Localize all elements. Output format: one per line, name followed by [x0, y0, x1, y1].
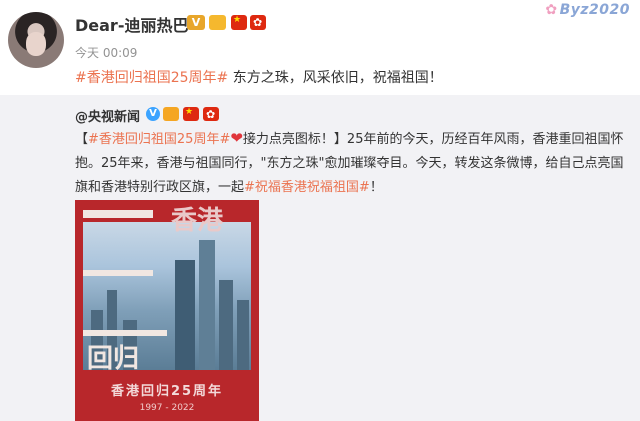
- hongkong-flag-icon[interactable]: ✿: [250, 15, 266, 30]
- repost-author[interactable]: @央视新闻: [75, 106, 140, 125]
- post-body: 东方之珠，风采依旧，祝福祖国！: [228, 70, 443, 86]
- user-name[interactable]: Dear-迪丽热巴: [75, 12, 188, 36]
- hashtag-link[interactable]: #香港回归祖国25周年#: [88, 132, 230, 147]
- repost-body-end: ！: [369, 180, 383, 195]
- poster-years: 1997 - 2022: [139, 403, 195, 413]
- watermark-deco-icon: ✿: [545, 2, 558, 18]
- repost-card[interactable]: @央视新闻 V ★ ✿ 【#香港回归祖国25周年#❤接力点亮图标！】25年前的今…: [0, 95, 640, 421]
- watermark: ✿ Byz2020: [545, 2, 630, 18]
- avatar[interactable]: [8, 12, 64, 68]
- poster-title: 香港回归25周年: [110, 384, 224, 399]
- heart-icon: ❤: [230, 129, 243, 147]
- hashtag-link[interactable]: #香港回归祖国25周年#: [75, 70, 228, 86]
- poster-chars-mid: 回归: [87, 344, 140, 374]
- verified-badge-icon[interactable]: V: [146, 107, 160, 121]
- poster-chars-top: 香港: [171, 206, 224, 236]
- hashtag-link-2[interactable]: #祝福香港祝福祖国#: [244, 180, 370, 195]
- repost-text: 【#香港回归祖国25周年#❤接力点亮图标！】25年前的今天，历经百年风雨，香港重…: [75, 126, 630, 200]
- china-flag-icon[interactable]: ★: [183, 107, 199, 121]
- china-flag-icon[interactable]: ★: [231, 15, 247, 30]
- watermark-text: Byz2020: [559, 2, 630, 18]
- vip-badge-icon[interactable]: V: [187, 15, 205, 30]
- bracket-open: 【: [75, 132, 89, 147]
- crown-badge-icon[interactable]: [209, 15, 226, 30]
- post-text: #香港回归祖国25周年# 东方之珠，风采依旧，祝福祖国！: [75, 67, 443, 87]
- post-time[interactable]: 今天 00:09: [75, 44, 137, 61]
- poster-image[interactable]: 香港 回归 香港回归25周年 1997 - 2022: [75, 200, 259, 421]
- hongkong-flag-icon[interactable]: ✿: [203, 107, 219, 121]
- post-header: Dear-迪丽热巴 V ★ ✿ 今天 00:09 #香港回归祖国25周年# 东方…: [0, 0, 640, 95]
- medal-badge-icon[interactable]: [163, 107, 179, 121]
